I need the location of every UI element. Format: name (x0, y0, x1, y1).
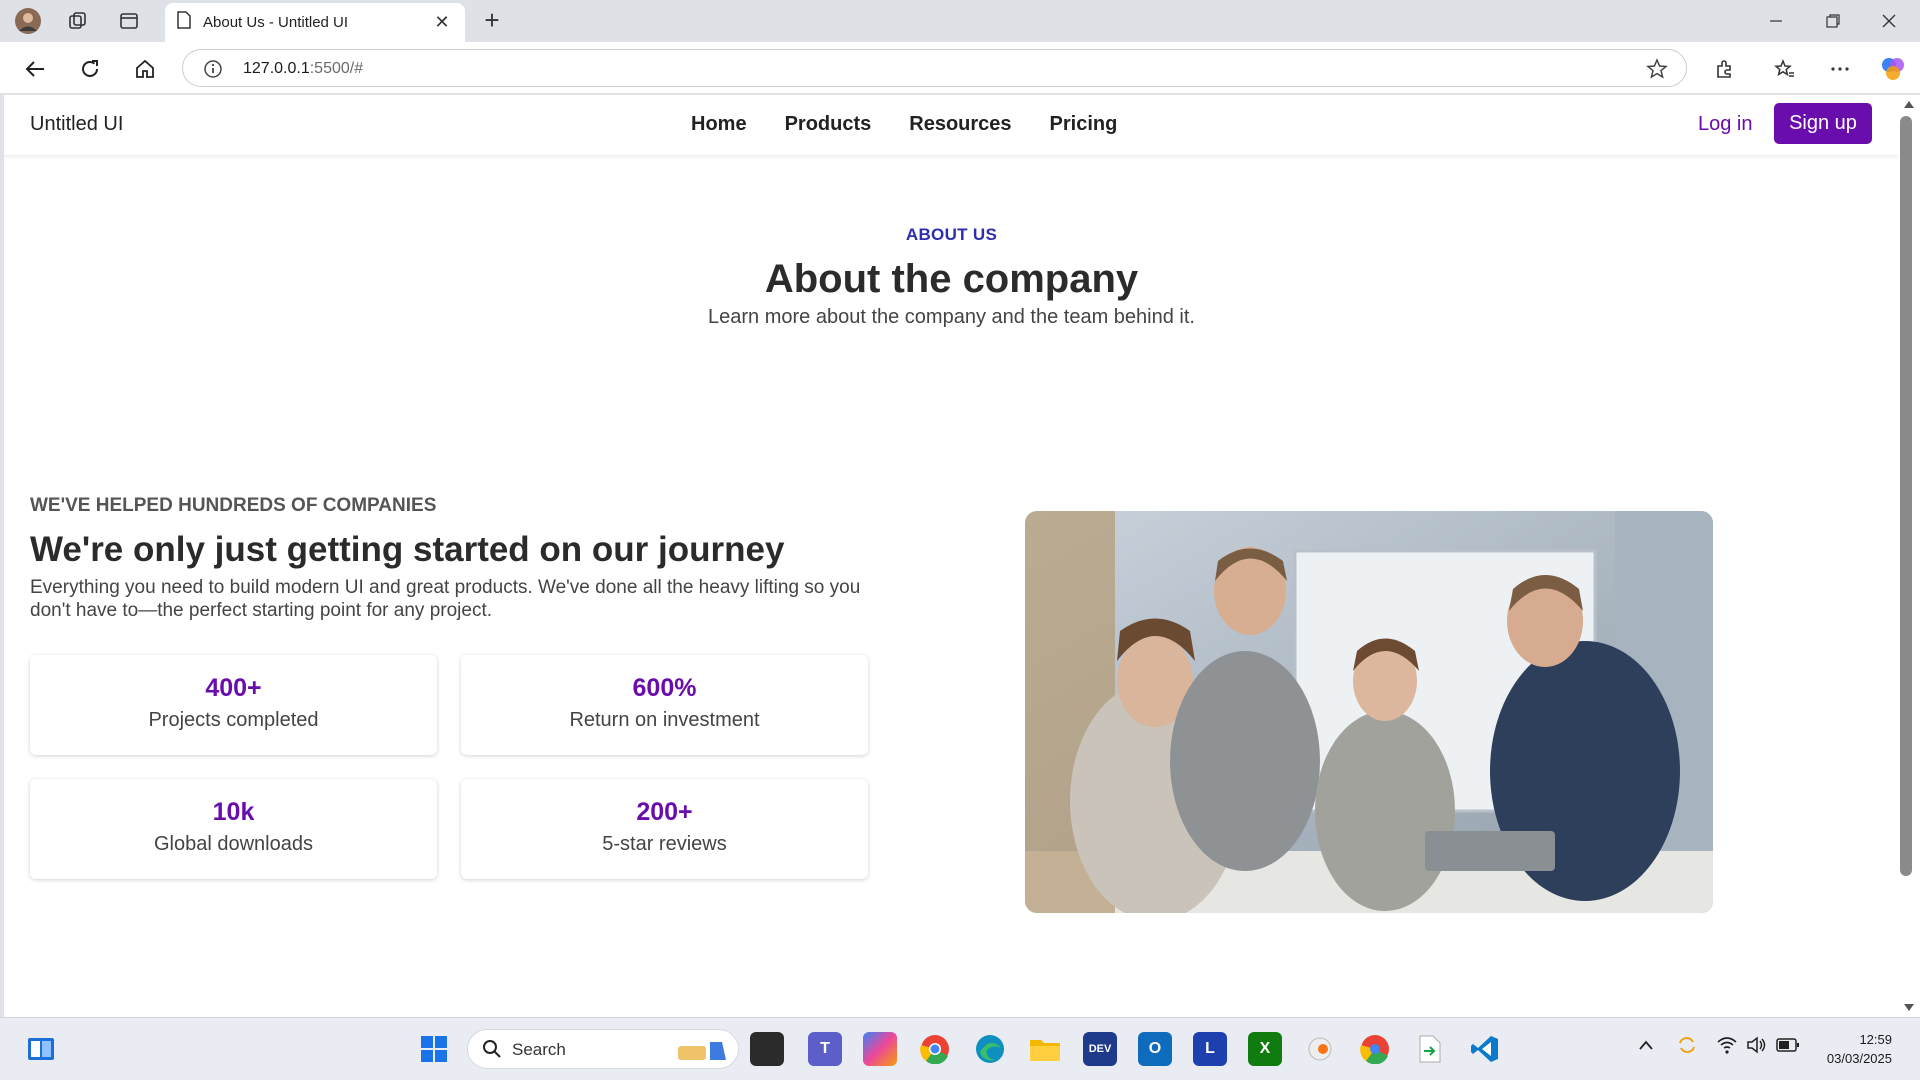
file-explorer-icon[interactable] (1028, 1032, 1062, 1066)
tab-title: About Us - Untitled UI (203, 14, 349, 31)
url-host: 127.0.0.1 (243, 60, 310, 77)
minimize-icon[interactable] (1753, 6, 1799, 36)
page-icon (177, 11, 191, 34)
clock-time: 12:59 (1859, 1032, 1892, 1047)
url-path: :5500/# (309, 60, 364, 77)
search-highlight-icon (674, 1036, 730, 1069)
site-header: Untitled UI Home Products Resources Pric… (4, 95, 1899, 155)
volume-icon[interactable] (1746, 1035, 1768, 1060)
url-text: 127.0.0.1:5500/# (243, 60, 363, 78)
taskbar-search[interactable]: Search (467, 1029, 739, 1069)
vscode-icon[interactable] (1468, 1032, 1502, 1066)
dev-home-icon[interactable]: DEV (1083, 1032, 1117, 1066)
address-bar[interactable]: 127.0.0.1:5500/# (182, 49, 1687, 87)
wifi-icon[interactable] (1716, 1035, 1738, 1060)
active-tab[interactable]: About Us - Untitled UI ✕ (165, 3, 465, 42)
hero-eyebrow: ABOUT US (905, 225, 998, 244)
system-clock[interactable]: 12:59 03/03/2025 (1812, 1030, 1892, 1068)
browser-toolbar: 127.0.0.1:5500/# (0, 42, 1920, 94)
stat-card: 600% Return on investment (461, 655, 868, 755)
nav-home[interactable]: Home (691, 113, 747, 136)
signup-button[interactable]: Sign up (1774, 103, 1872, 144)
start-icon[interactable] (417, 1032, 451, 1066)
nav-pricing[interactable]: Pricing (1050, 113, 1118, 136)
sync-icon[interactable] (1676, 1034, 1698, 1061)
stat-value: 10k (212, 798, 255, 826)
stat-value: 600% (632, 674, 697, 702)
search-label: Search (512, 1040, 566, 1059)
nav-resources[interactable]: Resources (909, 113, 1011, 136)
login-link[interactable]: Log in (1698, 113, 1753, 136)
stat-card: 10k Global downloads (30, 779, 437, 879)
restore-icon[interactable] (1810, 6, 1856, 36)
main-menu: Home Products Resources Pricing (691, 113, 1155, 136)
site-info-icon[interactable] (203, 59, 223, 84)
stat-card: 200+ 5-star reviews (461, 779, 868, 879)
task-view-icon[interactable] (750, 1032, 784, 1066)
section-title: We're only just getting started on our j… (30, 530, 785, 569)
refresh-icon[interactable] (75, 54, 105, 84)
stat-label: Return on investment (569, 709, 760, 731)
chrome-profile-icon[interactable] (1358, 1032, 1392, 1066)
back-icon[interactable] (20, 54, 50, 84)
section-body: Everything you need to build modern UI a… (30, 577, 861, 621)
team-photo (1025, 511, 1713, 913)
stat-value: 200+ (636, 798, 693, 826)
copilot-app-icon[interactable] (863, 1032, 897, 1066)
scrollbar-thumb[interactable] (1900, 116, 1912, 876)
favorite-star-icon[interactable] (1646, 58, 1668, 85)
battery-icon[interactable] (1776, 1037, 1800, 1058)
section-kicker: WE'VE HELPED HUNDREDS OF COMPANIES (30, 495, 437, 516)
clock-date: 03/03/2025 (1826, 1051, 1892, 1066)
xbox-icon[interactable]: X (1248, 1032, 1282, 1066)
l-app-icon[interactable]: L (1193, 1032, 1227, 1066)
stat-label: Global downloads (154, 833, 313, 855)
widgets-icon[interactable] (24, 1032, 58, 1066)
favorites-icon[interactable] (1770, 54, 1800, 84)
outlook-icon[interactable]: O (1138, 1032, 1172, 1066)
page-viewport: Untitled UI Home Products Resources Pric… (4, 95, 1899, 1017)
journey-section: WE'VE HELPED HUNDREDS OF COMPANIES We're… (30, 495, 880, 622)
copilot-icon[interactable] (1878, 54, 1908, 84)
stat-label: 5-star reviews (602, 833, 727, 855)
home-icon[interactable] (130, 54, 160, 84)
extensions-icon[interactable] (1710, 54, 1740, 84)
hero-section: ABOUT US About the company Learn more ab… (4, 225, 1899, 329)
page-title: About the company (764, 257, 1139, 301)
vertical-tabs-icon[interactable] (115, 7, 143, 35)
close-window-icon[interactable] (1866, 6, 1912, 36)
recording-icon[interactable] (1303, 1032, 1337, 1066)
close-tab-icon[interactable]: ✕ (431, 12, 453, 33)
chrome-icon[interactable] (918, 1032, 952, 1066)
workspaces-icon[interactable] (64, 7, 92, 35)
more-options-icon[interactable] (1825, 54, 1855, 84)
windows-taskbar: Search T DEV O L X 12:59 03/03/2025 (0, 1017, 1920, 1080)
edge-icon[interactable] (973, 1032, 1007, 1066)
nav-products[interactable]: Products (785, 113, 872, 136)
chevron-up-icon[interactable] (1638, 1038, 1654, 1056)
teams-icon[interactable]: T (808, 1032, 842, 1066)
stat-label: Projects completed (148, 709, 319, 731)
new-tab-icon[interactable]: + (478, 7, 506, 35)
browser-tab-bar: About Us - Untitled UI ✕ + (0, 0, 1920, 42)
profile-avatar-icon[interactable] (14, 7, 42, 35)
stat-card: 400+ Projects completed (30, 655, 437, 755)
file-arrow-icon[interactable] (1413, 1032, 1447, 1066)
stat-value: 400+ (205, 674, 262, 702)
search-icon (482, 1039, 502, 1064)
brand-logo[interactable]: Untitled UI (30, 113, 123, 136)
hero-subtitle: Learn more about the company and the tea… (708, 306, 1195, 328)
